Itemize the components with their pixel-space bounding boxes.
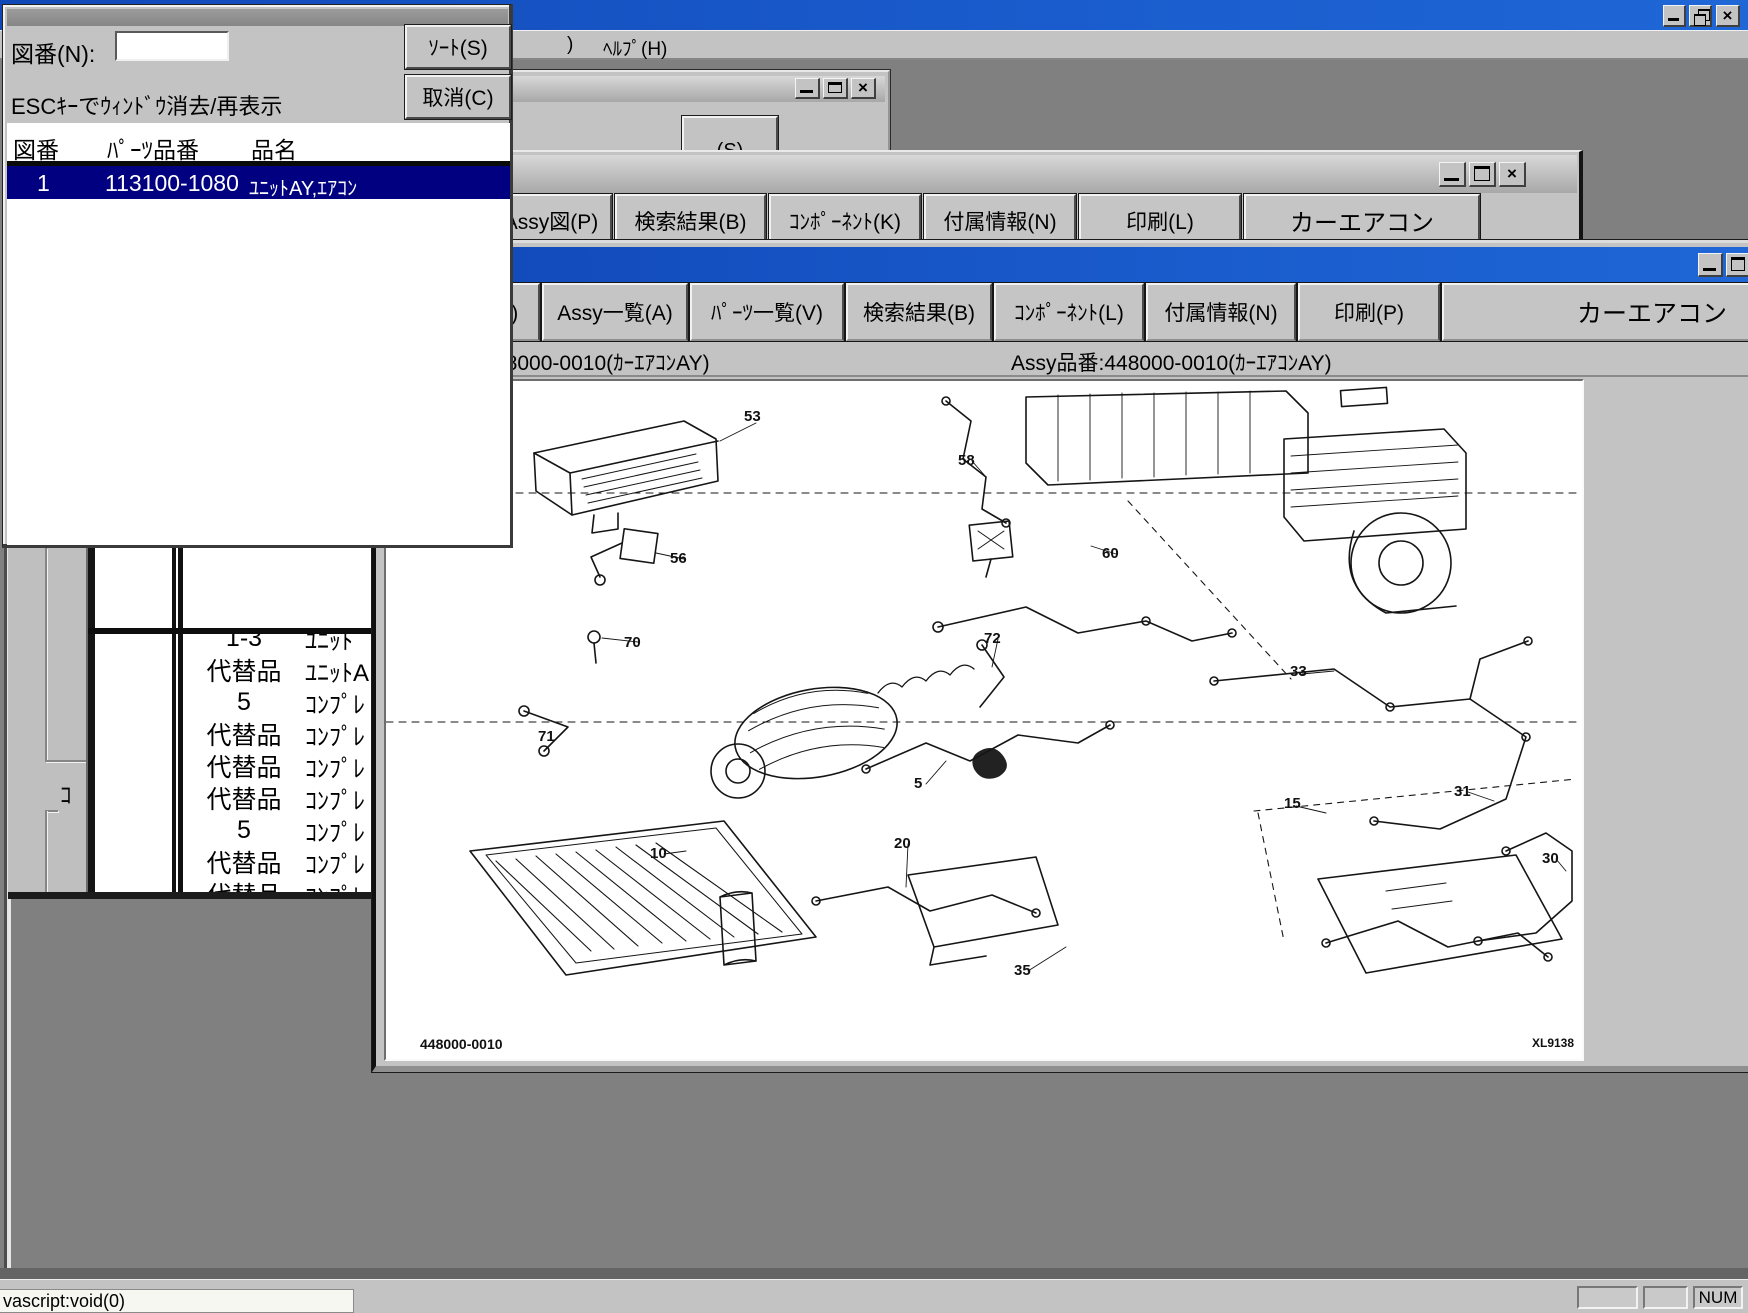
middle-maximize-button[interactable] [1469,162,1496,187]
front-window[interactable]: Assy図(P) Assy一覧(A) ﾊﾟｰﾂ一覧(V) 検索結果(B) ｺﾝﾎ… [372,240,1748,1072]
callout-72: 72 [984,630,1001,647]
callout-60: 60 [1102,545,1119,562]
diagram-footer-part-number: 448000-0010 [420,1036,503,1052]
background-maximize-button[interactable] [823,78,848,99]
groupbox2-left-line [45,810,47,898]
status-panel-1 [1577,1286,1638,1309]
callout-5: 5 [914,775,922,792]
sort-button[interactable]: ｿｰﾄ(S) [405,25,511,69]
assy-diagram: 53 58 56 60 70 72 71 33 5 15 31 20 10 30… [386,381,1582,1059]
list-divider-line [88,628,372,634]
zuban-dialog[interactable]: 図番(N): ｿｰﾄ(S) 取消(C) ESCｷｰでｳｨﾝﾄﾞｳ消去/再表示 図… [2,4,513,548]
front-tab-attached-info[interactable]: 付属情報(N) [1146,283,1296,341]
front-tab-car-aircon[interactable]: カーエアコン [1442,283,1748,341]
middle-close-button[interactable]: × [1499,162,1526,187]
main-close-button[interactable]: × [1716,5,1740,27]
front-tab-print[interactable]: 印刷(P) [1298,283,1440,341]
background-close-button[interactable]: × [851,78,876,99]
column-header-zuban: 図番 [13,131,59,165]
dialog-titlebar[interactable] [7,9,508,26]
list-item[interactable]: 代替品ｺﾝﾌﾟﾚ [183,718,372,750]
panel-border-1 [86,548,95,898]
callout-31: 31 [1454,783,1471,800]
panels-bottom-border [8,892,376,899]
callout-33: 33 [1290,663,1307,680]
zuban-label: 図番(N): [11,35,95,69]
dialog-list-area: 図番 ﾊﾟｰﾂ品番 品名 1 113100-1080 ﾕﾆｯﾄAY,ｴｱｺﾝ [7,123,510,545]
column-header-part-number: ﾊﾟｰﾂ品番 [107,131,199,165]
callout-20: 20 [894,835,911,852]
main-minimize-button[interactable] [1663,5,1686,27]
assy-diagram-panel[interactable]: 53 58 56 60 70 72 71 33 5 15 31 20 10 30… [384,379,1584,1061]
callout-71: 71 [538,728,555,745]
status-panel-2 [1643,1286,1688,1309]
callout-35: 35 [1014,962,1031,979]
column-header-part-name: 品名 [251,131,297,165]
parts-list-area[interactable]: 1-3ﾕﾆｯﾄ 代替品ﾕﾆｯﾄA 5ｺﾝﾌﾟﾚ 代替品ｺﾝﾌﾟﾚ 代替品ｺﾝﾌﾟ… [183,548,372,898]
list-item[interactable]: 代替品ｺﾝﾌﾟﾚ [183,782,372,814]
list-item[interactable]: 代替品ﾕﾆｯﾄA [183,654,372,686]
callout-10: 10 [650,845,667,862]
parts-list-rows: 1-3ﾕﾆｯﾄ 代替品ﾕﾆｯﾄA 5ｺﾝﾌﾟﾚ 代替品ｺﾝﾌﾟﾚ 代替品ｺﾝﾌﾟ… [183,634,372,898]
main-restore-button[interactable] [1689,5,1712,27]
list-item[interactable]: 5ｺﾝﾌﾟﾚ [183,686,372,718]
empty-list-column[interactable] [95,548,172,898]
screen: × ) ﾍﾙﾌﾟ(H) × (S) × Assy図(P) 検索結果(B) ｺﾝﾎ… [0,0,1748,1313]
selected-row-part-name: ﾕﾆｯﾄAY,ｴｱｺﾝ [249,172,357,201]
diagram-footer-code: XL9138 [1532,1036,1574,1050]
cancel-button[interactable]: 取消(C) [405,75,511,119]
menu-item-partial[interactable]: ) [567,34,573,56]
selected-row-zuban: 1 [37,170,50,197]
list-item[interactable]: 5ｺﾝﾌﾟﾚ [183,814,372,846]
list-item[interactable]: 代替品ｺﾝﾌﾟﾚ [183,750,372,782]
front-maximize-button[interactable] [1726,253,1748,277]
selected-row[interactable]: 1 113100-1080 ﾕﾆｯﾄAY,ｴｱｺﾝ [7,166,510,199]
status-link-tooltip: vascript:void(0) [0,1289,354,1313]
background-minimize-button[interactable] [795,78,820,99]
middle-minimize-button[interactable] [1439,162,1466,187]
callout-30: 30 [1542,850,1559,867]
left-gray-panel: ｺ [8,548,86,898]
groupbox-fragment-line [45,548,47,760]
front-tab-search-results[interactable]: 検索結果(B) [846,283,992,341]
front-tab-row: Assy図(P) Assy一覧(A) ﾊﾟｰﾂ一覧(V) 検索結果(B) ｺﾝﾎ… [376,283,1748,341]
front-window-titlebar [379,247,1748,283]
front-tab-parts-list[interactable]: ﾊﾟｰﾂ一覧(V) [690,283,844,341]
status-num-indicator: NUM [1693,1286,1743,1309]
list-item[interactable]: 1-3ﾕﾆｯﾄ [183,634,372,654]
assy-number-right: Assy品番:448000-0010(ｶｰｴｱｺﾝAY) [1011,347,1332,377]
statusbar-shadow [0,1268,1748,1279]
esc-note: ESCｷｰでｳｨﾝﾄﾞｳ消去/再表示 [11,89,282,121]
callout-56: 56 [670,550,687,567]
callout-58: 58 [958,452,975,469]
front-tab-component[interactable]: ｺﾝﾎﾟｰﾈﾝﾄ(L) [994,283,1144,341]
zuban-input[interactable] [115,31,229,61]
assy-info-bar: Assy品番:448000-0010(ｶｰｴｱｺﾝAY) Assy品番:4480… [376,341,1748,377]
callout-53: 53 [744,408,761,425]
callout-70: 70 [624,634,641,651]
menu-item-help[interactable]: ﾍﾙﾌﾟ(H) [603,34,667,61]
groupbox-label: ｺ [60,776,72,810]
callout-15: 15 [1284,795,1301,812]
front-minimize-button[interactable] [1698,253,1723,277]
front-tab-assy-list[interactable]: Assy一覧(A) [542,283,688,341]
panel-border-2 [172,548,183,898]
selected-row-part-number: 113100-1080 [105,170,239,197]
list-item[interactable]: 代替品ｺﾝﾌﾟﾚ [183,846,372,878]
groupbox-fragment-corner [45,760,86,762]
